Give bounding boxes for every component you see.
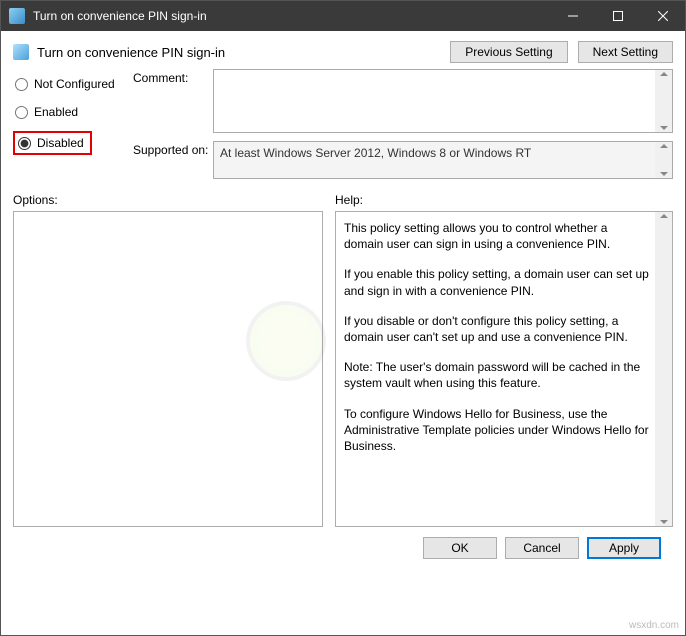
policy-icon	[13, 44, 29, 60]
next-setting-button[interactable]: Next Setting	[578, 41, 673, 63]
supported-on-text: At least Windows Server 2012, Windows 8 …	[220, 146, 531, 160]
help-label: Help:	[335, 193, 363, 207]
radio-disabled[interactable]: Disabled	[16, 134, 86, 152]
help-panel: This policy setting allows you to contro…	[335, 211, 673, 527]
supported-on-field: At least Windows Server 2012, Windows 8 …	[213, 141, 673, 179]
help-text: This policy setting allows you to contro…	[344, 220, 650, 252]
comment-label: Comment:	[133, 69, 213, 133]
radio-not-configured-input[interactable]	[15, 78, 28, 91]
radio-label: Not Configured	[34, 77, 115, 91]
policy-icon	[9, 8, 25, 24]
previous-setting-button[interactable]: Previous Setting	[450, 41, 567, 63]
help-text: If you disable or don't configure this p…	[344, 313, 650, 345]
options-label: Options:	[13, 193, 323, 207]
apply-button[interactable]: Apply	[587, 537, 661, 559]
minimize-button[interactable]	[550, 1, 595, 31]
radio-label: Enabled	[34, 105, 78, 119]
ok-button[interactable]: OK	[423, 537, 497, 559]
highlight-box: Disabled	[13, 131, 92, 155]
radio-not-configured[interactable]: Not Configured	[13, 75, 133, 93]
comment-textarea[interactable]	[213, 69, 673, 133]
help-text: Note: The user's domain password will be…	[344, 359, 650, 391]
state-radios: Not Configured Enabled Disabled	[13, 69, 133, 179]
watermark-text: wsxdn.com	[629, 620, 679, 631]
help-text: If you enable this policy setting, a dom…	[344, 266, 650, 298]
radio-enabled[interactable]: Enabled	[13, 103, 133, 121]
maximize-button[interactable]	[595, 1, 640, 31]
help-text: To configure Windows Hello for Business,…	[344, 406, 650, 455]
scrollbar[interactable]	[655, 70, 672, 132]
window-title: Turn on convenience PIN sign-in	[33, 9, 550, 23]
options-panel	[13, 211, 323, 527]
policy-title: Turn on convenience PIN sign-in	[37, 45, 450, 60]
scrollbar[interactable]	[655, 212, 672, 526]
scrollbar[interactable]	[655, 142, 672, 178]
radio-label: Disabled	[37, 136, 84, 150]
cancel-button[interactable]: Cancel	[505, 537, 579, 559]
supported-label: Supported on:	[133, 141, 213, 179]
radio-disabled-input[interactable]	[18, 137, 31, 150]
titlebar: Turn on convenience PIN sign-in	[1, 1, 685, 31]
policy-dialog: Turn on convenience PIN sign-in Turn on …	[0, 0, 686, 636]
close-button[interactable]	[640, 1, 685, 31]
radio-enabled-input[interactable]	[15, 106, 28, 119]
